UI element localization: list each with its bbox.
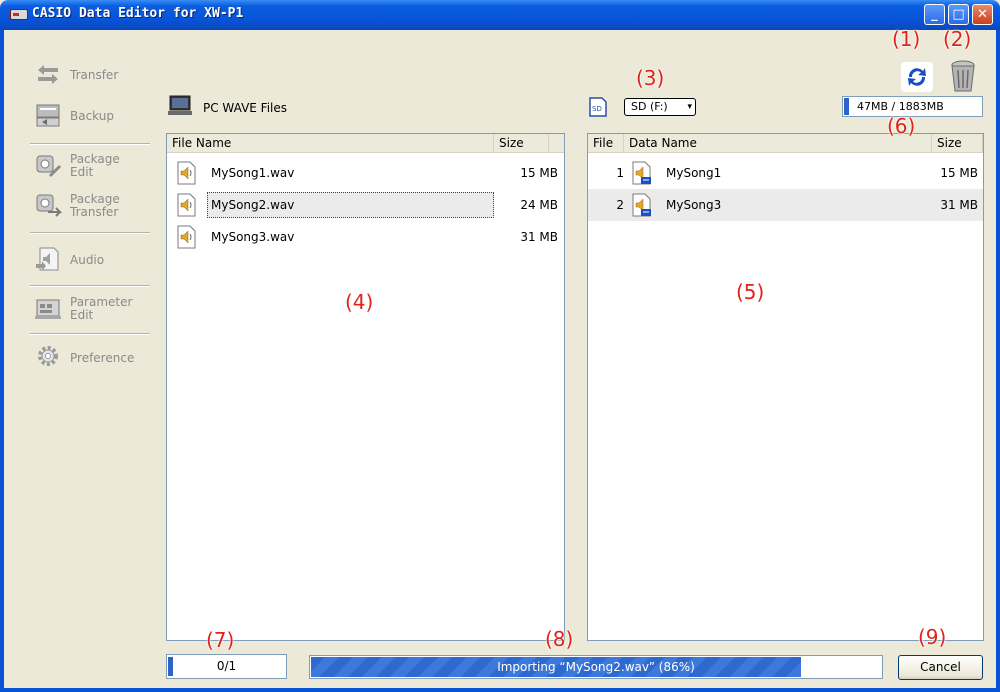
chevron-down-icon: ▾	[687, 102, 692, 112]
cancel-button[interactable]: Cancel	[898, 655, 983, 680]
file-size: 24 MB	[520, 198, 558, 212]
column-header-size[interactable]: Size	[932, 134, 983, 153]
column-header-file[interactable]: File	[588, 134, 624, 153]
sidebar-item-parameter-edit[interactable]: Parameter Edit	[30, 294, 150, 324]
column-header-data-name[interactable]: Data Name	[624, 134, 932, 153]
sidebar-item-label: Package Edit	[70, 152, 120, 179]
sd-audio-file-icon	[632, 193, 651, 217]
parameter-edit-icon	[35, 299, 61, 319]
capacity-fill	[844, 98, 849, 115]
table-row[interactable]: MySong3.wav 31 MB	[167, 221, 564, 253]
sidebar-item-label: Package Transfer	[70, 192, 120, 219]
sidebar-item-label: Preference	[70, 351, 135, 365]
sidebar-item-backup[interactable]: Backup	[30, 102, 150, 130]
annotation-1: (1)	[892, 27, 921, 51]
data-size: 15 MB	[940, 166, 978, 180]
annotation-8: (8)	[545, 627, 574, 651]
item-count-progress: 0/1	[166, 654, 287, 679]
window-title: CASIO Data Editor for XW-P1	[32, 6, 244, 21]
sidebar-divider	[30, 285, 150, 287]
import-progress-text: Importing “MySong2.wav” (86%)	[497, 660, 695, 674]
drive-select-value: SD (F:)	[631, 100, 668, 113]
annotation-4: (4)	[345, 290, 374, 314]
file-name: MySong3.wav	[211, 230, 295, 244]
table-row-selected[interactable]: MySong2.wav 24 MB	[167, 189, 564, 221]
backup-icon	[36, 104, 60, 127]
table-row[interactable]: 1 MySong1 15 MB	[588, 157, 983, 189]
transfer-arrows-icon	[38, 65, 58, 84]
package-edit-icon	[36, 155, 61, 177]
sd-data-list[interactable]: File Data Name Size 1 MySong1 15 MB 2 My…	[587, 133, 984, 641]
file-name: MySong1.wav	[211, 166, 295, 180]
app-icon	[10, 9, 28, 20]
annotation-7: (7)	[206, 628, 235, 652]
table-row-selected[interactable]: 2 MySong3 31 MB	[588, 189, 983, 221]
data-size: 31 MB	[940, 198, 978, 212]
wav-file-icon	[177, 225, 196, 249]
capacity-text: 47MB / 1883MB	[857, 100, 944, 113]
computer-icon	[168, 95, 192, 115]
wav-file-icon	[177, 161, 196, 185]
column-header-size[interactable]: Size	[494, 134, 549, 153]
title-bar: CASIO Data Editor for XW-P1 _ □ ✕	[0, 0, 1000, 30]
sidebar-item-package-edit[interactable]: Package Edit	[30, 151, 150, 181]
file-name: MySong2.wav	[211, 198, 295, 212]
sd-card-icon: SD	[589, 97, 607, 117]
annotation-6: (6)	[887, 114, 916, 138]
sidebar-item-label: Backup	[70, 109, 114, 123]
sidebar-item-label: Parameter Edit	[70, 295, 133, 322]
close-button[interactable]: ✕	[972, 4, 993, 25]
data-name: MySong1	[666, 166, 722, 180]
file-size: 31 MB	[520, 230, 558, 244]
refresh-icon[interactable]	[899, 60, 935, 94]
file-size: 15 MB	[520, 166, 558, 180]
pc-list-header: File Name Size	[167, 134, 564, 153]
import-progress-bar: Importing “MySong2.wav” (86%)	[309, 655, 883, 679]
annotation-5: (5)	[736, 280, 765, 304]
sidebar-divider	[30, 333, 150, 335]
annotation-3: (3)	[636, 66, 665, 90]
sidebar-item-audio[interactable]: Audio	[30, 245, 150, 275]
package-transfer-icon	[36, 194, 62, 217]
sd-list-header: File Data Name Size	[588, 134, 983, 153]
maximize-button[interactable]: □	[948, 4, 969, 25]
svg-text:SD: SD	[592, 105, 602, 113]
sd-audio-file-icon	[632, 161, 651, 185]
annotation-9: (9)	[918, 625, 947, 649]
file-number: 1	[616, 166, 624, 180]
sidebar-item-preference[interactable]: Preference	[30, 343, 150, 373]
sidebar-item-label: Audio	[70, 253, 105, 267]
wav-file-icon	[177, 193, 196, 217]
data-name: MySong3	[666, 198, 722, 212]
trash-icon[interactable]	[945, 57, 981, 95]
sidebar-divider	[30, 143, 150, 145]
item-count-text: 0/1	[216, 659, 237, 673]
pc-panel-title: PC WAVE Files	[203, 101, 288, 115]
audio-icon	[36, 247, 59, 271]
minimize-button[interactable]: _	[924, 4, 945, 25]
sidebar-item-label: Transfer	[70, 68, 119, 82]
gear-icon	[38, 346, 58, 366]
sidebar-item-package-transfer[interactable]: Package Transfer	[30, 190, 150, 220]
sidebar-item-transfer[interactable]: Transfer	[30, 62, 150, 88]
sidebar-divider	[30, 232, 150, 234]
file-number: 2	[616, 198, 624, 212]
pc-file-list[interactable]: File Name Size MySong1.wav 15 MB MySong2…	[166, 133, 565, 641]
column-header-file-name[interactable]: File Name	[167, 134, 494, 153]
table-row[interactable]: MySong1.wav 15 MB	[167, 157, 564, 189]
drive-select[interactable]: SD (F:) ▾	[624, 98, 696, 116]
annotation-2: (2)	[943, 27, 972, 51]
